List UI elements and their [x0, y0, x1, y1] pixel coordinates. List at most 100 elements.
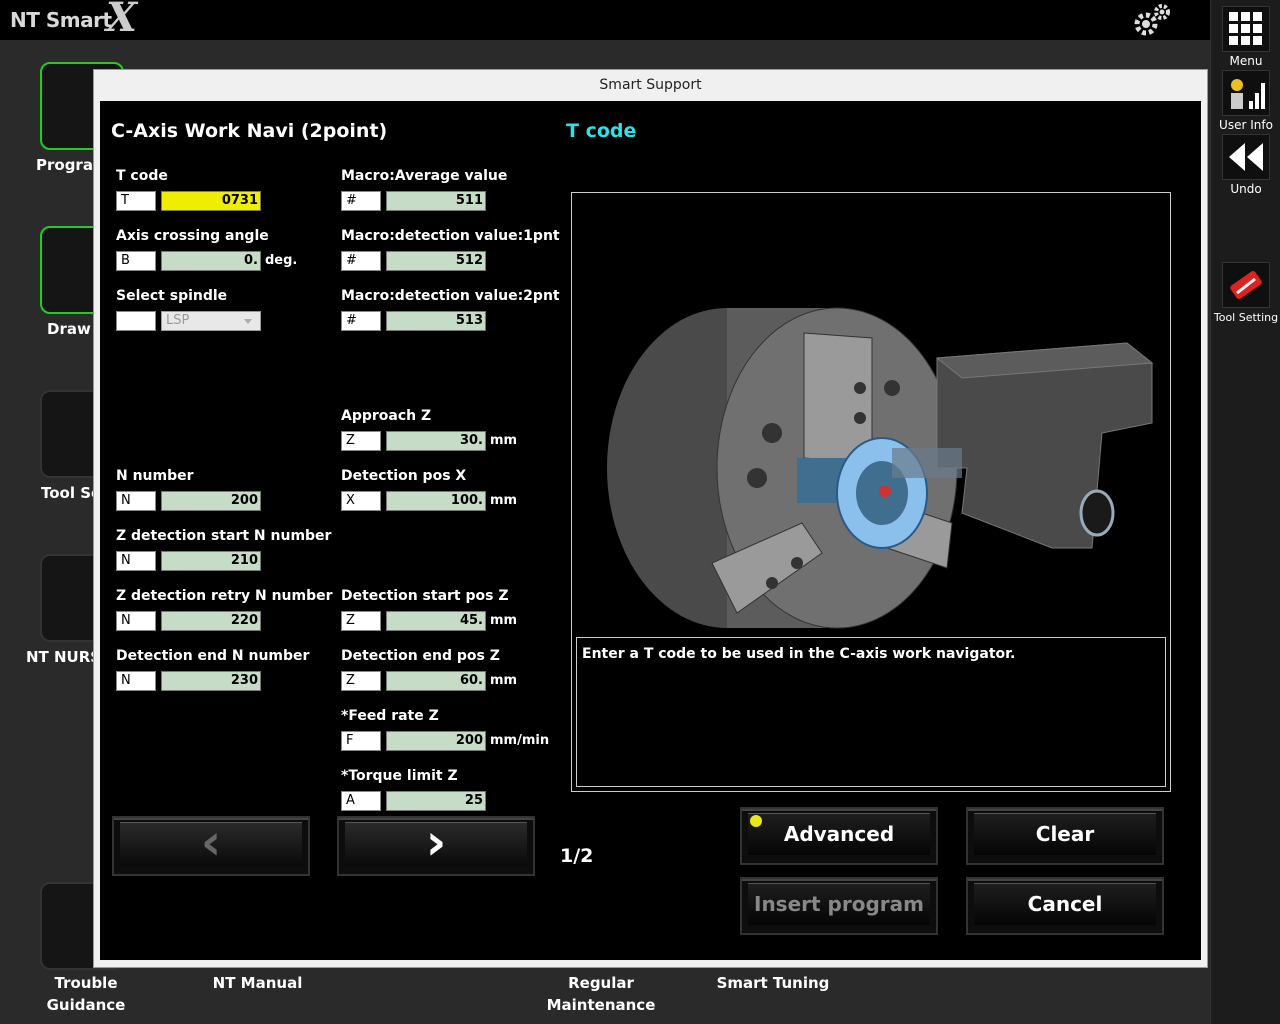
axis-angle-prefix: B [116, 251, 156, 271]
macro-2pnt-input[interactable]: 513 [386, 311, 486, 331]
app-logo: NT Smart X [10, 0, 137, 41]
torque-prefix: A [341, 791, 381, 811]
dialog-body: C-Axis Work Navi (2point) T code T code … [100, 101, 1201, 960]
cancel-label: Cancel [1027, 892, 1103, 916]
message-box: Enter a T code to be used in the C-axis … [576, 637, 1166, 787]
logo-text: NT Smart [10, 8, 112, 32]
det-start-z-unit: mm [490, 613, 518, 628]
macro-2pnt-label: Macro:detection value:2pnt [341, 288, 560, 304]
t-code-input[interactable]: 0731 [161, 191, 261, 211]
tool-setting-button[interactable]: Tool Setting [1211, 262, 1280, 324]
z-start-n-label: Z detection start N number [116, 528, 332, 544]
torque-label: *Torque limit Z [341, 768, 458, 784]
chevron-left-icon: ‹ [200, 813, 222, 871]
spindle-value: LSP [166, 313, 190, 328]
det-pos-x-prefix: X [341, 491, 381, 511]
det-pos-x-label: Detection pos X [341, 468, 467, 484]
user-icon [1222, 70, 1270, 116]
image-heading: T code [566, 120, 637, 142]
smart-tuning-label: Smart Tuning [716, 974, 830, 992]
z-retry-n-prefix: N [116, 611, 156, 631]
page-title: C-Axis Work Navi (2point) [111, 120, 388, 142]
chuck-illustration [607, 307, 1154, 629]
torque-input[interactable]: 25 [386, 791, 486, 811]
axis-angle-unit: deg. [265, 253, 298, 268]
macro-avg-prefix: # [341, 191, 381, 211]
spindle-label: Select spindle [116, 288, 228, 304]
det-start-z-input[interactable]: 45. [386, 611, 486, 631]
axis-angle-input[interactable]: 0. [161, 251, 261, 271]
det-end-n-label: Detection end N number [116, 648, 310, 664]
menu-label: Menu [1229, 54, 1263, 68]
user-info-button[interactable]: User Info [1211, 70, 1280, 132]
z-retry-n-label: Z detection retry N number [116, 588, 333, 604]
clear-button[interactable]: Clear [966, 807, 1164, 865]
tool-setting-label: Tool Setting [1213, 311, 1279, 324]
det-end-z-input[interactable]: 60. [386, 671, 486, 691]
indicator-led-icon [750, 815, 762, 827]
logo-x: X [106, 0, 137, 41]
clear-label: Clear [1035, 822, 1095, 846]
grid-icon [1222, 6, 1270, 52]
spindle-select[interactable]: LSP [161, 311, 261, 331]
macro-avg-input[interactable]: 511 [386, 191, 486, 211]
gear-icon[interactable] [1132, 2, 1172, 38]
det-pos-x-input[interactable]: 100. [386, 491, 486, 511]
n-number-input[interactable]: 200 [161, 491, 261, 511]
regular-maintenance-label: Regular Maintenance [546, 974, 656, 1014]
feed-rate-prefix: F [341, 731, 381, 751]
feed-rate-label: *Feed rate Z [341, 708, 439, 724]
advanced-label: Advanced [783, 822, 895, 846]
det-start-z-label: Detection start pos Z [341, 588, 509, 604]
prev-page-button[interactable]: ‹ [112, 816, 310, 876]
approach-z-input[interactable]: 30. [386, 431, 486, 451]
macro-avg-label: Macro:Average value [341, 168, 508, 184]
macro-1pnt-input[interactable]: 512 [386, 251, 486, 271]
menu-button[interactable]: Menu [1211, 6, 1280, 68]
dialog-title: Smart Support [599, 77, 702, 93]
top-bar: NT Smart X [0, 0, 1210, 41]
chevron-right-icon: › [425, 813, 447, 871]
chevron-down-icon [244, 319, 252, 324]
det-end-z-prefix: Z [341, 671, 381, 691]
det-end-n-prefix: N [116, 671, 156, 691]
draw-app-label: Draw [47, 320, 91, 338]
page-indicator: 1/2 [560, 845, 594, 867]
approach-z-prefix: Z [341, 431, 381, 451]
det-start-z-prefix: Z [341, 611, 381, 631]
axis-angle-label: Axis crossing angle [116, 228, 269, 244]
feed-rate-input[interactable]: 200 [386, 731, 486, 751]
z-start-n-prefix: N [116, 551, 156, 571]
user-info-label: User Info [1219, 118, 1273, 132]
det-end-z-label: Detection end pos Z [341, 648, 500, 664]
z-retry-n-input[interactable]: 220 [161, 611, 261, 631]
n-number-prefix: N [116, 491, 156, 511]
tool-setting-icon [1222, 262, 1270, 308]
macro-1pnt-prefix: # [341, 251, 381, 271]
right-toolbar: Menu User Info Undo Tool Setting [1210, 0, 1280, 1024]
n-number-label: N number [116, 468, 194, 484]
macro-2pnt-prefix: # [341, 311, 381, 331]
insert-program-label: Insert program [754, 892, 924, 916]
cancel-button[interactable]: Cancel [966, 877, 1164, 935]
smart-support-dialog: Smart Support C-Axis Work Navi (2point) … [93, 69, 1208, 968]
trouble-guidance-label: Trouble Guidance [46, 974, 126, 1014]
det-end-z-unit: mm [490, 673, 518, 688]
undo-button[interactable]: Undo [1211, 134, 1280, 196]
approach-z-label: Approach Z [341, 408, 432, 424]
rewind-icon [1222, 134, 1270, 180]
next-page-button[interactable]: › [337, 816, 535, 876]
det-pos-x-unit: mm [490, 493, 518, 508]
det-end-n-input[interactable]: 230 [161, 671, 261, 691]
approach-z-unit: mm [490, 433, 518, 448]
advanced-button[interactable]: Advanced [740, 807, 938, 865]
t-code-label: T code [116, 168, 168, 184]
t-code-prefix: T [116, 191, 156, 211]
z-start-n-input[interactable]: 210 [161, 551, 261, 571]
undo-label: Undo [1230, 182, 1262, 196]
feed-rate-unit: mm/min [490, 733, 550, 748]
insert-program-button[interactable]: Insert program [740, 877, 938, 935]
macro-1pnt-label: Macro:detection value:1pnt [341, 228, 560, 244]
message-text: Enter a T code to be used in the C-axis … [582, 646, 1016, 662]
nt-manual-label: NT Manual [212, 974, 303, 992]
